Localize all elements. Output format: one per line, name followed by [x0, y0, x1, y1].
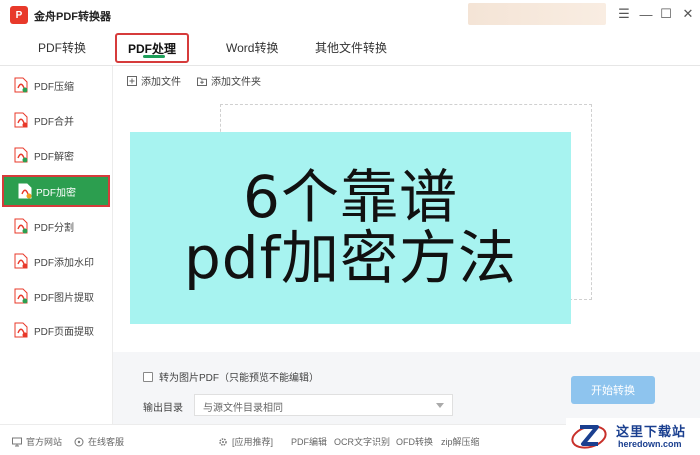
sidebar-item-label: PDF压缩	[34, 81, 74, 93]
overlay-line-1: 6个靠谱	[243, 163, 458, 232]
recommend-label: [应用推荐]	[232, 437, 274, 447]
footer-link-zip[interactable]: zip解压缩	[441, 435, 480, 448]
pdf-file-icon	[14, 77, 28, 93]
sidebar-item-watermark[interactable]: PDF添加水印	[0, 248, 113, 274]
pdf-file-icon	[14, 218, 28, 234]
sidebar-item-encrypt[interactable]: PDF加密	[2, 175, 110, 207]
footer-link-ofd[interactable]: OFD转换	[396, 435, 433, 448]
footer-link-pdf-edit[interactable]: PDF编辑	[291, 435, 327, 448]
watermark-cn-text: 这里下载站	[616, 425, 687, 440]
sidebar-item-image-extract[interactable]: PDF图片提取	[0, 283, 113, 309]
title-overlay: 6个靠谱 pdf加密方法	[130, 132, 571, 324]
chevron-down-icon	[436, 403, 444, 408]
tab-bar: PDF转换 PDF处理 Word转换 其他文件转换	[0, 30, 700, 66]
sidebar-item-merge[interactable]: PDF合并	[0, 107, 113, 133]
output-dir-value: 与源文件目录相同	[203, 403, 283, 414]
add-folder-icon	[197, 77, 207, 86]
recommend-label-wrap: [应用推荐]	[218, 435, 273, 448]
site-watermark: 这里下载站 heredown.com	[566, 418, 700, 455]
pdf-file-icon	[14, 112, 28, 128]
pdf-file-icon	[14, 253, 28, 269]
footer-link-ocr[interactable]: OCR文字识别	[334, 435, 390, 448]
pdf-lock-icon	[18, 183, 32, 199]
headset-icon	[74, 437, 84, 446]
app-title: 金舟PDF转换器	[34, 11, 111, 23]
tab-pdf-process[interactable]: PDF处理	[115, 33, 189, 63]
sidebar-item-label: PDF页面提取	[34, 326, 94, 338]
sidebar-item-label: PDF添加水印	[34, 257, 94, 269]
add-file-icon	[127, 75, 137, 86]
gear-icon	[219, 437, 227, 446]
add-folder-label: 添加文件夹	[211, 77, 261, 88]
app-logo-icon: P	[10, 6, 28, 24]
sidebar-item-page-extract[interactable]: PDF页面提取	[0, 317, 113, 343]
watermark-en-text: heredown.com	[618, 439, 682, 449]
output-dir-select[interactable]: 与源文件目录相同	[194, 394, 453, 416]
pdf-file-icon	[14, 322, 28, 338]
sidebar-item-label: PDF合并	[34, 116, 74, 128]
sidebar-item-split[interactable]: PDF分割	[0, 213, 113, 239]
support-link[interactable]: 在线客服	[74, 435, 124, 448]
add-file-button[interactable]: 添加文件	[127, 73, 181, 88]
sidebar-item-decrypt[interactable]: PDF解密	[0, 142, 113, 168]
convert-to-image-label: 转为图片PDF（只能预览不能编辑）	[159, 373, 319, 384]
pdf-file-icon	[14, 288, 28, 304]
sidebar-item-label: PDF解密	[34, 151, 74, 163]
monitor-icon	[12, 437, 22, 446]
maximize-icon[interactable]: ☐	[656, 4, 676, 24]
convert-to-image-checkbox[interactable]	[143, 371, 153, 382]
minimize-icon[interactable]: —	[636, 4, 656, 24]
sidebar: PDF压缩 PDF合并 PDF解密 PDF加密 PDF分割 PDF添加水印 PD…	[0, 66, 113, 424]
overlay-line-2: pdf加密方法	[183, 224, 518, 292]
sidebar-item-label: PDF分割	[34, 222, 74, 234]
tab-word-convert[interactable]: Word转换	[226, 39, 278, 56]
add-folder-button[interactable]: 添加文件夹	[197, 73, 261, 88]
add-file-label: 添加文件	[141, 77, 181, 88]
sidebar-item-label: PDF图片提取	[34, 292, 94, 304]
website-label: 官方网站	[26, 437, 63, 447]
title-banner	[468, 3, 606, 25]
website-link[interactable]: 官方网站	[12, 435, 62, 448]
support-label: 在线客服	[88, 437, 125, 447]
options-panel: 转为图片PDF（只能预览不能编辑） 输出目录 与源文件目录相同 开始转换	[113, 352, 700, 424]
pdf-file-icon	[14, 147, 28, 163]
title-bar: P 金舟PDF转换器 ☰ — ☐ ✕	[0, 0, 700, 30]
sidebar-item-label: PDF加密	[36, 187, 76, 199]
convert-to-image-option[interactable]: 转为图片PDF（只能预览不能编辑）	[143, 369, 319, 384]
start-convert-button[interactable]: 开始转换	[571, 376, 655, 404]
close-icon[interactable]: ✕	[678, 4, 698, 24]
watermark-logo-icon	[571, 425, 607, 449]
sidebar-item-compress[interactable]: PDF压缩	[0, 72, 113, 98]
menu-icon[interactable]: ☰	[614, 4, 634, 24]
tab-pdf-convert[interactable]: PDF转换	[38, 39, 86, 56]
tab-other-convert[interactable]: 其他文件转换	[315, 39, 387, 56]
output-dir-label: 输出目录	[143, 403, 183, 414]
